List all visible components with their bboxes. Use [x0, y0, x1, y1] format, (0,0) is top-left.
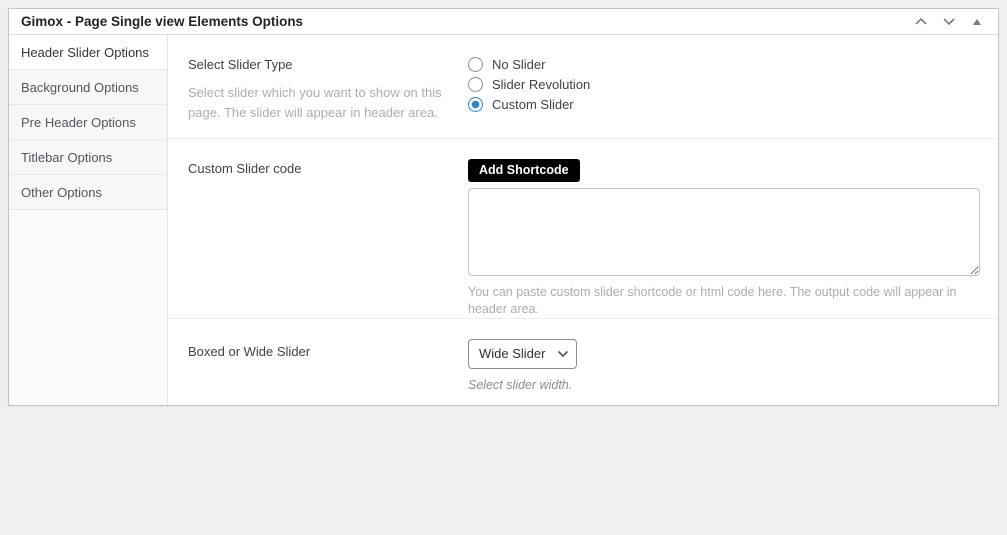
slider-type-description: Select slider which you want to show on … [188, 83, 448, 123]
slider-width-select-wrap: Wide Slider [468, 339, 577, 369]
slider-width-control-cell: Wide Slider Select slider width. [468, 319, 998, 405]
custom-slider-code-label: Custom Slider code [188, 161, 448, 178]
no-slider-radio[interactable] [468, 57, 483, 72]
tab-header-slider-options[interactable]: Header Slider Options [9, 35, 167, 70]
metabox-handle-actions [912, 13, 986, 31]
custom-slider-code-textarea[interactable] [468, 188, 980, 276]
metabox-body: Header Slider Options Background Options… [9, 35, 998, 405]
chevron-down-icon [942, 17, 956, 26]
move-up-button[interactable] [912, 13, 930, 31]
tab-label: Titlebar Options [21, 150, 112, 165]
metabox-gimox-options: Gimox - Page Single view Elements Option… [8, 8, 999, 406]
slider-revolution-radio[interactable] [468, 77, 483, 92]
metabox-header: Gimox - Page Single view Elements Option… [9, 9, 998, 35]
field-row-slider-width: Boxed or Wide Slider Wide Slider Select … [168, 319, 998, 405]
custom-code-label-cell: Custom Slider code [168, 139, 468, 318]
metabox-title: Gimox - Page Single view Elements Option… [21, 15, 303, 29]
tab-panel-header-slider-options: Select Slider Type Select slider which y… [168, 35, 998, 405]
slider-type-label: Select Slider Type [188, 57, 448, 74]
radio-option-no-slider[interactable]: No Slider [468, 57, 980, 72]
radio-option-slider-revolution[interactable]: Slider Revolution [468, 77, 980, 92]
slider-width-hint: Select slider width. [468, 378, 980, 392]
radio-label: Slider Revolution [492, 77, 590, 92]
radio-option-custom-slider[interactable]: Custom Slider [468, 97, 980, 112]
slider-type-control-cell: No Slider Slider Revolution Custom Slide… [468, 35, 998, 138]
field-row-slider-type: Select Slider Type Select slider which y… [168, 35, 998, 139]
tab-background-options[interactable]: Background Options [9, 70, 167, 105]
radio-label: Custom Slider [492, 97, 574, 112]
tab-label: Header Slider Options [21, 45, 149, 60]
tab-label: Background Options [21, 80, 139, 95]
chevron-up-icon [914, 17, 928, 26]
radio-label: No Slider [492, 57, 545, 72]
slider-width-label-cell: Boxed or Wide Slider [168, 319, 468, 405]
add-shortcode-button[interactable]: Add Shortcode [468, 159, 580, 182]
tab-other-options[interactable]: Other Options [9, 175, 167, 210]
triangle-up-icon [973, 19, 981, 25]
tab-pre-header-options[interactable]: Pre Header Options [9, 105, 167, 140]
tab-label: Other Options [21, 185, 102, 200]
toggle-panel-button[interactable] [968, 13, 986, 31]
tab-label: Pre Header Options [21, 115, 136, 130]
custom-slider-radio[interactable] [468, 97, 483, 112]
slider-width-label: Boxed or Wide Slider [188, 344, 448, 361]
slider-type-label-cell: Select Slider Type Select slider which y… [168, 35, 468, 138]
custom-code-control-cell: Add Shortcode You can paste custom slide… [468, 139, 998, 318]
options-tab-sidebar: Header Slider Options Background Options… [9, 35, 168, 405]
custom-slider-code-helper: You can paste custom slider shortcode or… [468, 284, 980, 319]
field-row-custom-slider-code: Custom Slider code Add Shortcode You can… [168, 139, 998, 319]
move-down-button[interactable] [940, 13, 958, 31]
slider-width-select[interactable]: Wide Slider [468, 339, 577, 369]
tab-titlebar-options[interactable]: Titlebar Options [9, 140, 167, 175]
